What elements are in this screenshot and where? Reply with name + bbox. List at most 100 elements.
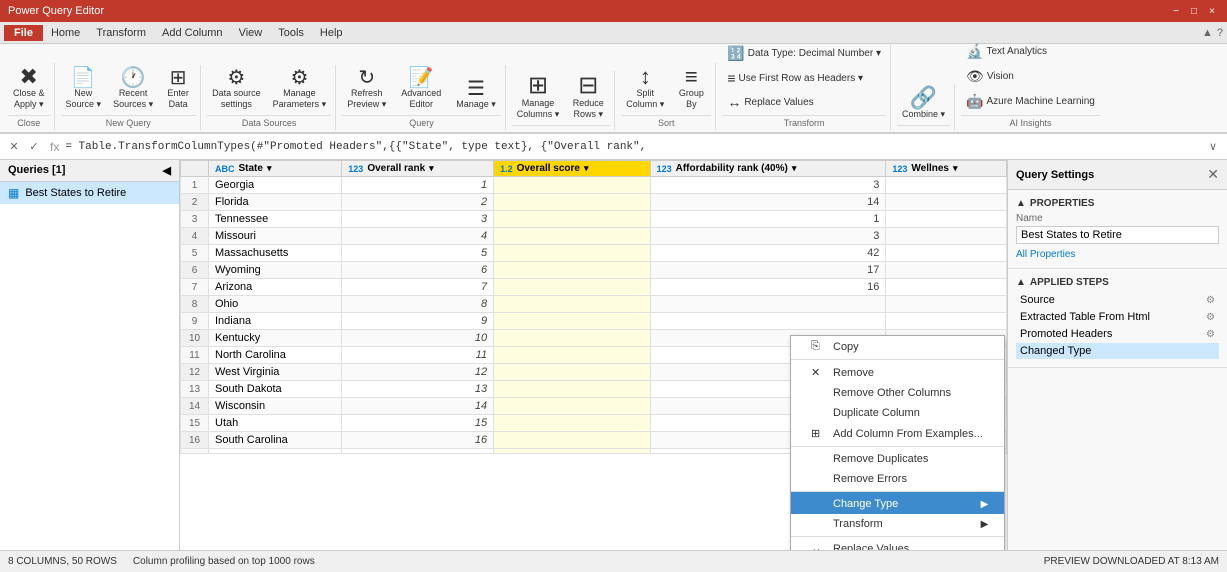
col-header-afford-rank[interactable]: 123 Affordability rank (40%) ▾ bbox=[650, 161, 886, 177]
step-changed-type[interactable]: Changed Type bbox=[1016, 343, 1219, 359]
step-promoted-gear[interactable]: ⚙ bbox=[1206, 329, 1215, 340]
manage-params-btn[interactable]: ⚙ ManageParameters ▾ bbox=[268, 65, 332, 113]
replace-values-icon: ↔ bbox=[727, 94, 741, 110]
text-analytics-btn[interactable]: 🔬 Text Analytics bbox=[961, 40, 1052, 63]
split-column-label: SplitColumn ▾ bbox=[626, 88, 664, 110]
reduce-rows-btn[interactable]: ⊟ ReduceRows ▾ bbox=[566, 71, 610, 123]
properties-collapse-icon[interactable]: ▲ bbox=[1016, 198, 1026, 209]
formula-cancel-icon[interactable]: ✕ bbox=[4, 140, 24, 153]
replace-values-ribbon-btn[interactable]: ↔ Replace Values bbox=[722, 91, 818, 113]
combine-btn[interactable]: 🔗 Combine ▾ bbox=[897, 84, 950, 123]
afford-rank-filter-icon[interactable]: ▾ bbox=[792, 163, 797, 174]
cell-state: Arizona bbox=[209, 279, 342, 296]
ctx-transform[interactable]: Transform▶ bbox=[791, 514, 1004, 534]
cell-overall-score bbox=[494, 313, 650, 330]
cell-state: Kentucky bbox=[209, 330, 342, 347]
col-header-rownum bbox=[181, 161, 209, 177]
title-bar-text: Power Query Editor bbox=[8, 5, 104, 17]
split-column-btn[interactable]: ↕ SplitColumn ▾ bbox=[621, 63, 669, 113]
cell-wellness bbox=[886, 262, 1007, 279]
step-source-gear[interactable]: ⚙ bbox=[1206, 295, 1215, 306]
ctx-remove-other[interactable]: Remove Other Columns bbox=[791, 383, 1004, 403]
minimize-button[interactable]: − bbox=[1169, 4, 1183, 18]
cell-state: South Carolina bbox=[209, 432, 342, 449]
col-header-state[interactable]: ABC State ▾ bbox=[209, 161, 342, 177]
overall-score-filter-icon[interactable]: ▾ bbox=[584, 163, 589, 174]
refresh-label: RefreshPreview ▾ bbox=[347, 88, 386, 110]
tools-menu-item[interactable]: Tools bbox=[270, 25, 312, 41]
afford-rank-col-label: Affordability rank (40%) bbox=[676, 163, 788, 174]
cell-wellness bbox=[886, 194, 1007, 211]
copy-icon: ⎘ bbox=[811, 340, 825, 353]
formula-expand-icon[interactable]: ∨ bbox=[1203, 140, 1223, 153]
vision-btn[interactable]: 👁 Vision bbox=[961, 65, 1019, 88]
cell-overall-rank: 15 bbox=[342, 415, 494, 432]
table-row: 9 Indiana 9 bbox=[181, 313, 1007, 330]
cell-overall-score bbox=[494, 262, 650, 279]
formula-apply-icon[interactable]: ✓ bbox=[24, 140, 44, 153]
enter-data-btn[interactable]: ⊞ EnterData bbox=[160, 65, 196, 113]
properties-section: ▲ PROPERTIES Name All Properties bbox=[1008, 190, 1227, 269]
nav-up-icon[interactable]: ▲ bbox=[1202, 27, 1213, 39]
view-menu-item[interactable]: View bbox=[231, 25, 271, 41]
manage-btn[interactable]: ☰ Manage ▾ bbox=[451, 76, 501, 113]
overall-rank-filter-icon[interactable]: ▾ bbox=[429, 163, 434, 174]
state-filter-icon[interactable]: ▾ bbox=[267, 163, 272, 174]
add-column-menu-item[interactable]: Add Column bbox=[154, 25, 231, 41]
query-item-best-states[interactable]: ▦ Best States to Retire bbox=[0, 182, 179, 204]
transform-menu-item[interactable]: Transform bbox=[88, 25, 154, 41]
file-menu-button[interactable]: File bbox=[4, 25, 43, 41]
ctx-duplicate[interactable]: Duplicate Column bbox=[791, 403, 1004, 423]
first-row-headers-btn[interactable]: ≡ Use First Row as Headers ▾ bbox=[722, 67, 868, 89]
ctx-replace-values[interactable]: ↔Replace Values... bbox=[791, 536, 1004, 550]
ctx-add-from-examples[interactable]: ⊞Add Column From Examples... bbox=[791, 423, 1004, 444]
ctx-remove-dups[interactable]: Remove Duplicates bbox=[791, 446, 1004, 469]
advanced-editor-btn[interactable]: 📝 AdvancedEditor bbox=[393, 65, 449, 113]
home-menu-item[interactable]: Home bbox=[43, 25, 88, 41]
col-header-overall-score[interactable]: 1.2 Overall score ▾ bbox=[494, 161, 650, 177]
wellness-filter-icon[interactable]: ▾ bbox=[953, 163, 958, 174]
close-window-button[interactable]: × bbox=[1205, 4, 1219, 18]
data-type-btn[interactable]: 🔢 Data Type: Decimal Number ▾ bbox=[722, 42, 886, 65]
col-header-wellness[interactable]: 123 Wellnes ▾ bbox=[886, 161, 1007, 177]
cell-wellness bbox=[886, 228, 1007, 245]
ctx-copy[interactable]: ⎘Copy bbox=[791, 336, 1004, 357]
ctx-remove-errors[interactable]: Remove Errors bbox=[791, 469, 1004, 489]
azure-ml-btn[interactable]: 🤖 Azure Machine Learning bbox=[961, 90, 1100, 113]
step-promoted-headers[interactable]: Promoted Headers ⚙ bbox=[1016, 326, 1219, 342]
table-row: 4 Missouri 4 3 bbox=[181, 228, 1007, 245]
step-extracted-table[interactable]: Extracted Table From Html ⚙ bbox=[1016, 309, 1219, 325]
cell-rownum: 12 bbox=[181, 364, 209, 381]
ctx-change-type[interactable]: Change Type▶ bbox=[791, 491, 1004, 514]
applied-steps-header: ▲ APPLIED STEPS bbox=[1016, 277, 1219, 288]
step-extracted-gear[interactable]: ⚙ bbox=[1206, 312, 1215, 323]
steps-collapse-icon[interactable]: ▲ bbox=[1016, 277, 1026, 288]
new-source-btn[interactable]: 📄 NewSource ▾ bbox=[61, 65, 107, 113]
close-apply-btn[interactable]: ✖ Close &Apply ▾ bbox=[8, 63, 50, 113]
help-menu-item[interactable]: Help bbox=[312, 25, 351, 41]
recent-sources-btn[interactable]: 🕐 RecentSources ▾ bbox=[108, 65, 158, 113]
step-source[interactable]: Source ⚙ bbox=[1016, 292, 1219, 308]
sort-group-label: Sort bbox=[621, 115, 711, 128]
group-by-btn[interactable]: ≡ GroupBy bbox=[671, 63, 711, 113]
ribbon-group-ai: 🔬 Text Analytics 👁 Vision 🤖 Azure Machin… bbox=[957, 40, 1104, 130]
data-source-settings-btn[interactable]: ⚙ Data sourcesettings bbox=[207, 65, 266, 113]
query-item-label: Best States to Retire bbox=[25, 187, 126, 199]
maximize-button[interactable]: □ bbox=[1187, 4, 1201, 18]
all-properties-link[interactable]: All Properties bbox=[1016, 249, 1075, 260]
ctx-remove[interactable]: ✕Remove bbox=[791, 359, 1004, 383]
combine-icon: 🔗 bbox=[910, 87, 937, 109]
refresh-preview-btn[interactable]: ↻ RefreshPreview ▾ bbox=[342, 65, 391, 113]
cell-overall-score bbox=[494, 398, 650, 415]
formula-input[interactable] bbox=[65, 141, 1203, 153]
query-name-input[interactable] bbox=[1016, 226, 1219, 244]
settings-close-btn[interactable]: ✕ bbox=[1207, 166, 1219, 183]
cell-rownum: 10 bbox=[181, 330, 209, 347]
name-label: Name bbox=[1016, 213, 1219, 224]
help-icon[interactable]: ? bbox=[1217, 27, 1223, 39]
manage-columns-btn[interactable]: ⊞ ManageColumns ▾ bbox=[512, 71, 565, 123]
queries-collapse-icon[interactable]: ◀ bbox=[163, 164, 171, 177]
cell-state: Wyoming bbox=[209, 262, 342, 279]
col-header-overall-rank[interactable]: 123 Overall rank ▾ bbox=[342, 161, 494, 177]
cell-overall-score bbox=[494, 194, 650, 211]
